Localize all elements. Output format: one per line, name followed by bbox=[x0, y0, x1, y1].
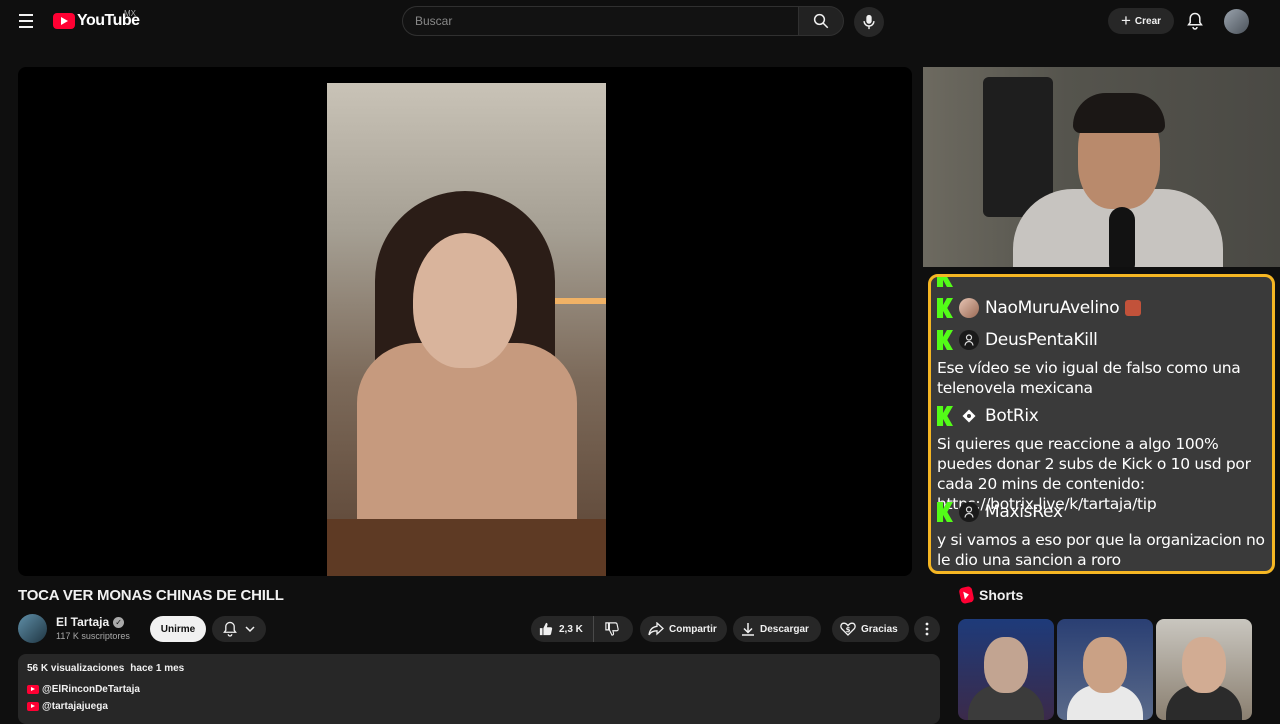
short-thumbnail[interactable] bbox=[958, 619, 1054, 720]
create-button[interactable]: + Crear bbox=[1108, 8, 1174, 34]
video-content bbox=[327, 83, 606, 576]
youtube-play-icon bbox=[53, 13, 75, 29]
bot-icon bbox=[959, 406, 979, 426]
download-label: Descargar bbox=[760, 623, 809, 635]
search-bar bbox=[402, 6, 844, 36]
user-avatar bbox=[959, 502, 979, 522]
description-box[interactable]: 56 K visualizaciones hace 1 mes @ElRinco… bbox=[18, 654, 940, 724]
user-silhouette-icon bbox=[964, 334, 974, 346]
chat-user-row: DeusPentaKill bbox=[937, 328, 1098, 352]
voice-search-button[interactable] bbox=[854, 7, 884, 37]
chat-username: BotRix bbox=[985, 406, 1039, 426]
chat-username: MaxisRex bbox=[985, 502, 1063, 522]
channel-link-text: @ElRinconDeTartaja bbox=[42, 684, 140, 695]
video-title: TOCA VER MONAS CHINAS DE CHILL bbox=[18, 587, 284, 604]
video-player[interactable] bbox=[18, 67, 912, 576]
chat-message-text: y si vamos a eso por que la organizacion… bbox=[937, 531, 1265, 569]
webcam-streamer-hair bbox=[1073, 93, 1165, 133]
kick-icon bbox=[937, 277, 953, 287]
chat-user-row: MaxisRex bbox=[937, 500, 1063, 524]
like-count: 2,3 K bbox=[559, 623, 583, 635]
thumbs-down-icon bbox=[605, 622, 619, 636]
share-button[interactable]: Compartir bbox=[640, 616, 727, 642]
thumbs-up-icon bbox=[539, 622, 553, 636]
description-meta: 56 K visualizaciones hace 1 mes bbox=[27, 663, 184, 674]
menu-icon[interactable] bbox=[14, 10, 38, 32]
chat-user-row-cut bbox=[937, 277, 953, 289]
account-avatar[interactable] bbox=[1224, 9, 1249, 34]
download-icon bbox=[742, 623, 754, 636]
more-actions-button[interactable] bbox=[914, 616, 940, 642]
channel-name-text: El Tartaja bbox=[56, 615, 110, 629]
search-input[interactable] bbox=[402, 6, 798, 36]
microphone-icon bbox=[863, 14, 875, 30]
shorts-heading: Shorts bbox=[958, 585, 1024, 605]
notifications-button[interactable] bbox=[1184, 9, 1206, 33]
view-count: 56 K visualizaciones bbox=[27, 663, 125, 674]
top-bar: YouTube MX + Crear bbox=[0, 0, 1280, 42]
dislike-button[interactable] bbox=[594, 616, 630, 642]
shorts-title: Shorts bbox=[979, 587, 1024, 603]
svg-text:$: $ bbox=[846, 626, 851, 634]
chat-message-text: Ese vídeo se vio igual de falso como una… bbox=[937, 359, 1241, 397]
subscription-notify-button[interactable] bbox=[212, 616, 266, 642]
search-button[interactable] bbox=[798, 6, 844, 36]
bell-icon bbox=[1187, 12, 1203, 30]
chat-username: NaoMuruAvelino bbox=[985, 298, 1120, 318]
video-person-body bbox=[357, 343, 577, 543]
kick-icon bbox=[937, 502, 953, 522]
webcam-microphone bbox=[1109, 207, 1135, 267]
download-button[interactable]: Descargar bbox=[733, 616, 821, 642]
thanks-button[interactable]: $ Gracias bbox=[832, 616, 909, 642]
upload-date: hace 1 mes bbox=[130, 663, 185, 674]
chat-user-row: BotRix bbox=[937, 404, 1039, 428]
channel-name[interactable]: El Tartaja ✓ bbox=[56, 615, 125, 629]
plus-icon: + bbox=[1120, 10, 1131, 30]
like-button[interactable]: 2,3 K bbox=[531, 616, 594, 642]
create-label: Crear bbox=[1134, 15, 1162, 27]
thanks-label: Gracias bbox=[861, 623, 898, 635]
region-code: MX bbox=[124, 9, 136, 18]
channel-avatar[interactable] bbox=[18, 614, 47, 643]
verified-icon: ✓ bbox=[113, 616, 125, 628]
chat-user-row: NaoMuruAvelino bbox=[937, 296, 1142, 320]
heart-dollar-icon: $ bbox=[840, 622, 856, 636]
youtube-logo[interactable]: YouTube MX bbox=[53, 9, 140, 30]
short-thumbnail[interactable] bbox=[1057, 619, 1153, 720]
youtube-icon bbox=[27, 685, 39, 694]
streamer-webcam bbox=[923, 67, 1280, 267]
emote-icon bbox=[1125, 300, 1142, 316]
channel-link[interactable]: @ElRinconDeTartaja bbox=[27, 684, 140, 695]
thumbnail-person-head bbox=[984, 637, 1028, 693]
bell-icon bbox=[223, 621, 237, 637]
thumbnail-person-head bbox=[1083, 637, 1127, 693]
chat-username: DeusPentaKill bbox=[985, 330, 1098, 350]
short-thumbnail[interactable] bbox=[1156, 619, 1252, 720]
like-dislike-group: 2,3 K bbox=[531, 616, 633, 642]
share-icon bbox=[648, 622, 664, 636]
user-silhouette-icon bbox=[964, 506, 974, 518]
kick-icon bbox=[937, 406, 953, 426]
user-avatar bbox=[959, 330, 979, 350]
kick-chat-overlay: NaoMuruAvelino DeusPentaKill Ese vídeo s… bbox=[928, 274, 1275, 574]
subscriber-count: 117 K suscriptores bbox=[56, 631, 130, 641]
kick-icon bbox=[937, 330, 953, 350]
youtube-icon bbox=[27, 702, 39, 711]
share-label: Compartir bbox=[669, 623, 717, 635]
channel-link-text: @tartajajuega bbox=[42, 701, 108, 712]
thumbnail-person-head bbox=[1182, 637, 1226, 693]
video-person-face bbox=[413, 233, 517, 368]
search-icon bbox=[813, 13, 829, 29]
join-button[interactable]: Unirme bbox=[150, 616, 206, 642]
chevron-down-icon bbox=[245, 626, 255, 633]
user-avatar bbox=[959, 298, 979, 318]
shorts-icon bbox=[958, 585, 975, 605]
more-icon bbox=[925, 622, 929, 636]
kick-icon bbox=[937, 298, 953, 318]
video-scene-table bbox=[327, 519, 606, 576]
channel-link[interactable]: @tartajajuega bbox=[27, 701, 108, 712]
